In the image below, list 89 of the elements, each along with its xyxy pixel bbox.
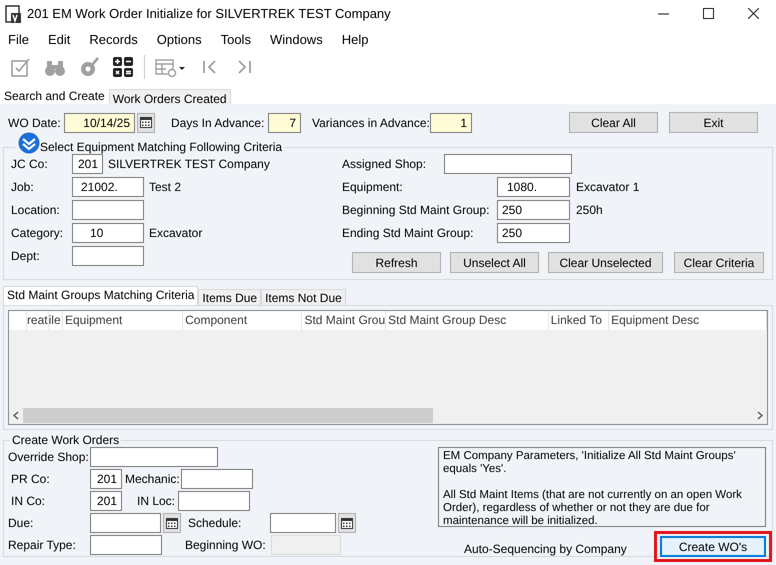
sequencing-label: Auto-Sequencing by Company bbox=[464, 542, 627, 556]
column-header[interactable]: Equipment bbox=[62, 311, 184, 330]
field-label: Due: bbox=[8, 516, 34, 530]
input-field[interactable]: 7 bbox=[268, 112, 301, 132]
field-label: Variances in Advance: bbox=[312, 116, 430, 130]
input-field[interactable] bbox=[72, 246, 144, 266]
input-field[interactable]: 10 bbox=[72, 223, 144, 243]
input-field[interactable] bbox=[90, 535, 162, 555]
calendar-icon bbox=[341, 518, 353, 528]
info-text: All Std Maint Items (that are not currently on an open Work Order), regardless of whether or not they are due for maintenance will be initialized. bbox=[443, 489, 743, 528]
close-icon[interactable] bbox=[748, 8, 759, 19]
exit-button[interactable]: Exit bbox=[669, 112, 758, 133]
column-header[interactable]: reat bbox=[26, 311, 49, 330]
menu-item[interactable]: Edit bbox=[48, 32, 70, 46]
calendar-button[interactable] bbox=[137, 112, 155, 132]
field-label: Job: bbox=[11, 180, 35, 194]
field-label: PR Co: bbox=[10, 472, 51, 486]
field-label: Override Shop: bbox=[8, 450, 90, 464]
input-field[interactable]: 1 bbox=[430, 112, 472, 132]
menu-item[interactable]: Help bbox=[342, 32, 368, 46]
field-label: Location: bbox=[11, 203, 61, 217]
input-field[interactable]: 250 bbox=[497, 200, 570, 220]
calendar-button[interactable] bbox=[163, 513, 181, 533]
input-field[interactable] bbox=[90, 447, 218, 467]
app-icon bbox=[5, 4, 21, 22]
column-header[interactable]: Component bbox=[183, 311, 302, 330]
menu-item[interactable]: Options bbox=[156, 32, 202, 46]
field-label: Beginning Std Maint Group: bbox=[342, 203, 490, 217]
field-description: Excavator bbox=[149, 226, 202, 240]
clear-criteria-button[interactable]: Clear Criteria bbox=[674, 252, 764, 273]
field-label: Days In Advance: bbox=[171, 116, 266, 130]
input-field[interactable]: 250 bbox=[497, 223, 570, 243]
field-label: Schedule: bbox=[188, 516, 242, 530]
field-description: Excavator 1 bbox=[576, 180, 640, 194]
info-text: EM Company Parameters, 'Initialize All Std Maint Groups' equals 'Yes'. bbox=[443, 450, 737, 476]
menu-item[interactable]: Tools bbox=[220, 32, 251, 46]
menu-item[interactable]: Windows bbox=[270, 32, 323, 46]
group-title: Create Work Orders bbox=[11, 433, 120, 447]
column-header[interactable]: Equipment Desc bbox=[609, 311, 767, 330]
date-field[interactable]: 10/14/25 bbox=[64, 112, 135, 132]
menu-item[interactable]: File bbox=[8, 32, 29, 46]
input-field[interactable]: 21002. bbox=[72, 177, 144, 197]
clear-all-button[interactable]: Clear All bbox=[569, 112, 658, 133]
input-field[interactable] bbox=[72, 200, 144, 220]
column-header[interactable]: ile bbox=[48, 311, 63, 330]
tab[interactable]: Work Orders Created bbox=[108, 89, 231, 105]
column-header[interactable]: Std Maint Group Desc bbox=[386, 311, 549, 330]
field-label: IN Loc: bbox=[136, 494, 176, 508]
window-title: 201 EM Work Order Initialize for SILVERTREK TEST Company bbox=[27, 6, 391, 21]
field-description: SILVERTREK TEST Company bbox=[108, 157, 270, 171]
unselect-all-button[interactable]: Unselect All bbox=[450, 252, 539, 273]
collapse-icon[interactable] bbox=[18, 132, 40, 154]
group-title: Select Equipment Matching Following Criteria bbox=[40, 140, 282, 154]
input-field[interactable] bbox=[181, 469, 253, 489]
field-label: WO Date: bbox=[8, 116, 62, 130]
menu-item[interactable]: Records bbox=[89, 32, 138, 46]
input-field[interactable]: 201 bbox=[90, 469, 122, 489]
maximize-icon[interactable] bbox=[703, 8, 714, 19]
date-field[interactable] bbox=[90, 513, 161, 533]
input-field[interactable] bbox=[178, 491, 250, 511]
field-label: Equipment: bbox=[342, 180, 404, 194]
field-label: Mechanic: bbox=[124, 472, 181, 486]
calendar-icon bbox=[166, 518, 178, 528]
field-label: Assigned Shop: bbox=[342, 157, 428, 171]
create-button[interactable]: Create WO's bbox=[660, 536, 766, 557]
input-field[interactable]: 201 bbox=[90, 491, 122, 511]
input-field[interactable]: 1080. bbox=[497, 177, 570, 197]
calculator-icon[interactable] bbox=[112, 56, 134, 78]
field-label: Beginning WO: bbox=[185, 538, 267, 552]
calendar-button[interactable] bbox=[338, 513, 356, 533]
field-label: Ending Std Maint Group: bbox=[342, 226, 474, 240]
field-label: JC Co: bbox=[11, 157, 49, 171]
calendar-icon bbox=[140, 117, 152, 128]
clear-unselected-button[interactable]: Clear Unselected bbox=[548, 252, 663, 273]
field-label: IN Co: bbox=[10, 494, 46, 508]
column-header[interactable]: Std Maint Grou bbox=[302, 311, 386, 330]
field-description: Test 2 bbox=[149, 180, 182, 194]
tab[interactable]: Std Maint Groups Matching Criteria bbox=[3, 286, 198, 306]
date-field[interactable] bbox=[270, 513, 336, 533]
field-label: Category: bbox=[11, 226, 64, 240]
field-description: 250h bbox=[576, 203, 603, 217]
refresh-button[interactable]: Refresh bbox=[352, 252, 441, 273]
field-label: Repair Type: bbox=[8, 538, 77, 552]
input-field[interactable]: 201 bbox=[72, 154, 103, 174]
tab[interactable]: Items Not Due bbox=[261, 289, 346, 306]
field-label: Dept: bbox=[11, 249, 41, 263]
tab[interactable]: Items Due bbox=[198, 289, 262, 306]
input-field[interactable] bbox=[444, 154, 572, 174]
column-header[interactable]: Linked To bbox=[548, 311, 610, 330]
